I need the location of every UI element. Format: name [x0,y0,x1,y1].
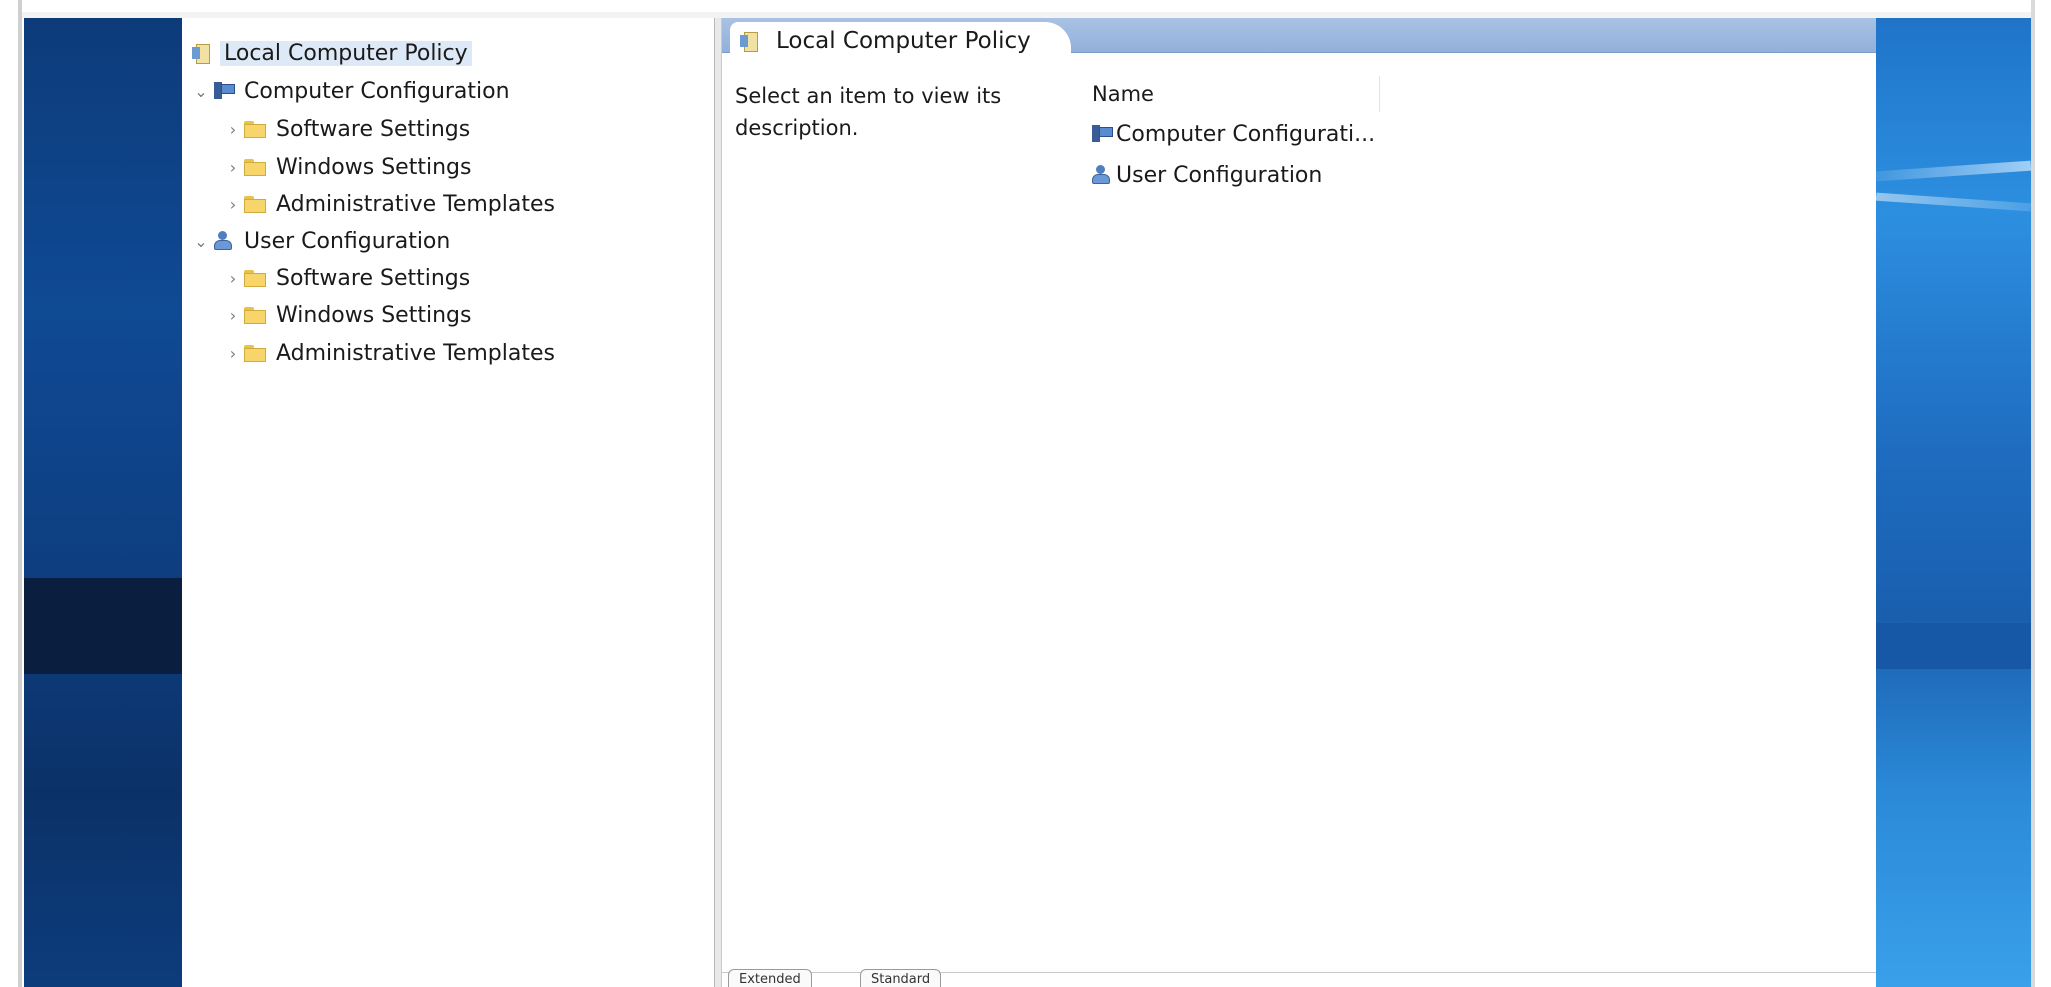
tree-item-user-software-settings[interactable]: › Software Settings [222,261,470,295]
pane-splitter[interactable] [714,18,722,987]
description-text: Select an item to view its description. [735,84,1002,140]
details-pane: Local Computer Policy Select an item to … [722,18,1876,987]
user-icon [212,230,236,252]
details-title: Local Computer Policy [776,28,1031,54]
policy-icon [740,30,760,52]
expand-chevron-right-icon[interactable]: › [222,195,244,214]
window-frame-right [2031,0,2035,987]
tree-item-label: Administrative Templates [276,340,555,366]
window-frame-left [18,0,22,987]
expand-chevron-right-icon[interactable]: › [222,306,244,325]
tree-item-label: Computer Configuration [244,78,510,104]
desktop-light-streak [1875,160,2032,182]
column-header-label: Name [1092,82,1154,106]
expand-chevron-right-icon[interactable]: › [222,120,244,139]
tree-item-user-windows-settings[interactable]: › Windows Settings [222,298,472,332]
folder-icon [244,268,268,288]
list-item-label: User Configuration [1116,162,1323,188]
computer-icon [212,81,236,101]
desktop-band [24,578,182,674]
tree-item-computer-administrative-templates[interactable]: › Administrative Templates [222,187,555,221]
desktop-background-left [24,18,182,987]
tree-item-computer-software-settings[interactable]: › Software Settings [222,112,470,146]
column-header-name[interactable]: Name [1082,76,1380,112]
details-header-bar: Local Computer Policy [722,18,1876,60]
folder-icon [244,343,268,363]
computer-icon [1090,124,1114,144]
tab-standard[interactable]: Standard [860,969,942,987]
tree-item-user-administrative-templates[interactable]: › Administrative Templates [222,336,555,370]
tab-extended[interactable]: Extended [728,969,812,987]
tree-item-computer-configuration[interactable]: ⌄ Computer Configuration [190,74,510,108]
folder-icon [244,305,268,325]
list-item-computer-configuration[interactable]: Computer Configurati... [1090,117,1375,151]
expand-chevron-right-icon[interactable]: › [222,344,244,363]
tree-item-computer-windows-settings[interactable]: › Windows Settings [222,150,472,184]
tree-item-label: Windows Settings [276,154,472,180]
tree-item-label: Administrative Templates [276,191,555,217]
desktop-background-right [1875,18,2032,987]
tree-item-label: Local Computer Policy [220,40,472,66]
screen: Local Computer Policy ⌄ Computer Configu… [0,0,2051,987]
list-item-user-configuration[interactable]: User Configuration [1090,158,1322,192]
details-title-tab: Local Computer Policy [730,22,1071,60]
expand-chevron-right-icon[interactable]: › [222,158,244,177]
tree-item-label: User Configuration [244,228,451,254]
tree-item-user-configuration[interactable]: ⌄ User Configuration [190,224,450,258]
tree-item-label: Windows Settings [276,302,472,328]
desktop-band [1876,623,2031,669]
folder-icon [244,157,268,177]
expand-chevron-right-icon[interactable]: › [222,269,244,288]
expand-chevron-down-icon[interactable]: ⌄ [190,82,212,101]
view-tab-strip: Extended Standard [722,969,1876,987]
navigation-tree: Local Computer Policy ⌄ Computer Configu… [182,18,714,987]
tree-item-local-computer-policy[interactable]: Local Computer Policy [192,36,472,70]
tree-item-label: Software Settings [276,116,471,142]
tree-item-label: Software Settings [276,265,471,291]
desktop-light-streak [1875,192,2032,212]
list-item-label: Computer Configurati... [1116,121,1376,147]
user-icon [1090,164,1114,186]
folder-icon [244,194,268,214]
policy-icon [192,42,212,64]
folder-icon [244,119,268,139]
expand-chevron-down-icon[interactable]: ⌄ [190,232,212,251]
